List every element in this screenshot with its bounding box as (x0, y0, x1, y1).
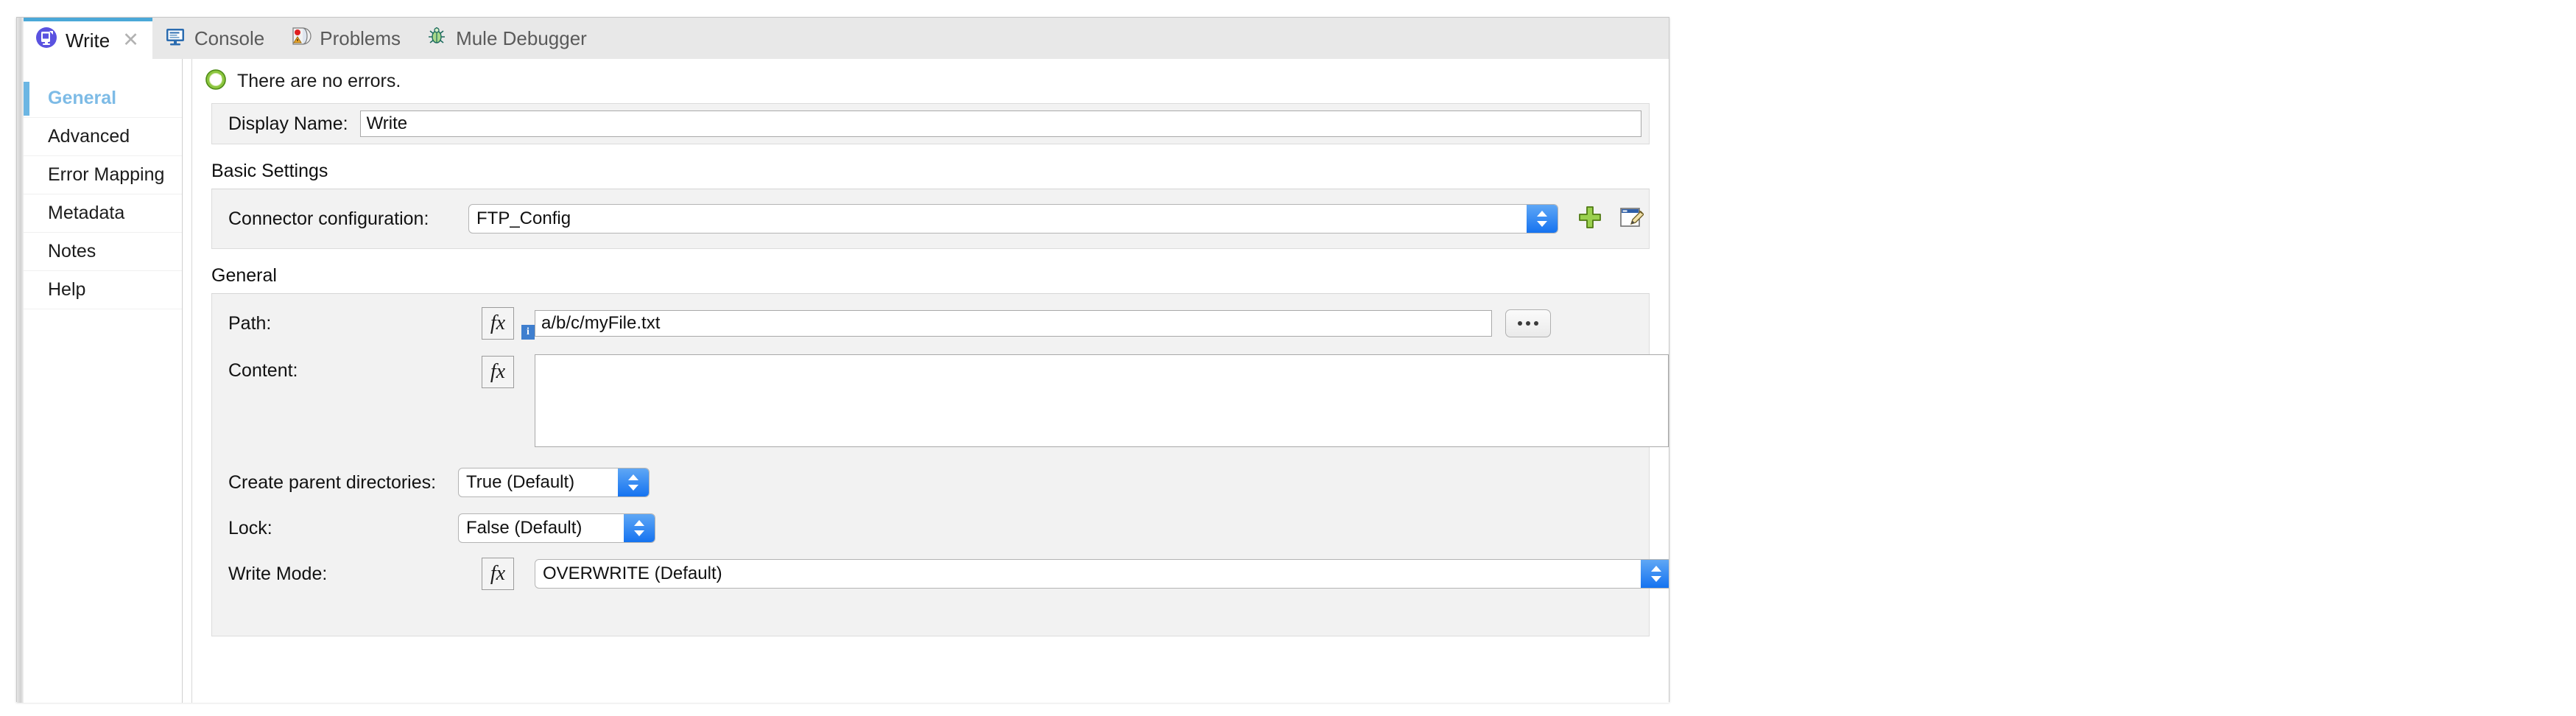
create-parent-directories-select[interactable]: True (Default) (458, 468, 650, 497)
write-mode-label: Write Mode: (228, 563, 328, 584)
connector-configuration-row: Connector configuration: FTP_Config (212, 201, 1649, 236)
sidebar-item-label: Metadata (48, 203, 125, 223)
editor-tab-strip: Write ✕ Console Problems Mule Debugger (24, 18, 1669, 59)
sidebar-item-advanced[interactable]: Advanced (24, 118, 182, 156)
display-name-label: Display Name: (228, 113, 348, 134)
sidebar-item-general[interactable]: General (24, 80, 182, 118)
display-name-panel: Display Name: Write (211, 103, 1650, 144)
properties-content-pane: There are no errors. Display Name: Write… (192, 59, 1669, 703)
sidebar-item-metadata[interactable]: Metadata (24, 194, 182, 233)
content-textarea[interactable] (535, 354, 1669, 447)
tab-close-icon[interactable]: ✕ (122, 30, 139, 50)
general-settings-panel: Path: fx i a/b/c/myFile.txt Content: fx … (211, 294, 1669, 636)
path-browse-button[interactable] (1505, 309, 1551, 337)
lock-row: Lock: False (Default) (212, 510, 1649, 546)
editor-body: General Advanced Error Mapping Metadata … (24, 59, 1669, 703)
write-mode-fx-button[interactable]: fx (482, 558, 514, 590)
chevron-updown-icon[interactable] (618, 468, 649, 496)
display-name-input[interactable]: Write (359, 110, 1641, 137)
chevron-updown-icon[interactable] (624, 514, 655, 542)
tab-console-label: Console (194, 27, 265, 49)
status-message: There are no errors. (237, 70, 401, 91)
sidebar-content-divider (183, 59, 192, 703)
properties-editor-window: Write ✕ Console Problems Mule Debugger G… (16, 17, 1669, 703)
browse-dot-3 (1534, 321, 1538, 326)
sidebar-item-label: Notes (48, 241, 96, 262)
window-left-gutter (17, 18, 24, 703)
mule-write-icon (35, 27, 57, 54)
tab-console[interactable]: Console (152, 18, 278, 59)
lock-value: False (Default) (466, 518, 583, 538)
problems-icon (289, 25, 312, 52)
section-basic-settings-title: Basic Settings (211, 161, 328, 181)
path-info-badge-icon: i (521, 325, 535, 340)
create-parent-directories-value: True (Default) (466, 472, 575, 492)
write-mode-value: OVERWRITE (Default) (543, 564, 722, 583)
sidebar-item-label: Help (48, 279, 86, 300)
tab-mule-debugger[interactable]: Mule Debugger (414, 18, 600, 59)
basic-settings-panel: Connector configuration: FTP_Config (211, 189, 1650, 249)
edit-pencil-icon[interactable] (1619, 205, 1644, 234)
browse-dot-2 (1526, 321, 1530, 326)
console-icon (164, 25, 186, 52)
content-fx-button[interactable]: fx (482, 356, 514, 388)
connector-configuration-select[interactable]: FTP_Config (468, 204, 1558, 234)
tab-problems[interactable]: Problems (278, 18, 414, 59)
write-mode-select[interactable]: OVERWRITE (Default) (535, 559, 1669, 589)
tab-mule-debugger-label: Mule Debugger (456, 27, 587, 49)
desktop-backdrop: Write ✕ Console Problems Mule Debugger G… (0, 0, 2576, 716)
properties-sidebar: General Advanced Error Mapping Metadata … (24, 59, 183, 703)
path-label: Path: (228, 312, 272, 334)
path-row: Path: fx i a/b/c/myFile.txt (212, 306, 1649, 341)
path-value: a/b/c/myFile.txt (541, 313, 661, 333)
lock-label: Lock: (228, 517, 272, 538)
section-general-title: General (211, 265, 277, 286)
connector-configuration-value: FTP_Config (476, 208, 571, 228)
sidebar-item-label: Advanced (48, 126, 130, 147)
sidebar-item-help[interactable]: Help (24, 271, 182, 309)
browse-dot-1 (1518, 321, 1522, 326)
connector-configuration-label: Connector configuration: (228, 208, 429, 229)
lock-select[interactable]: False (Default) (458, 513, 655, 543)
success-check-icon (205, 69, 227, 94)
chevron-updown-icon[interactable] (1527, 205, 1558, 233)
content-label: Content: (228, 360, 298, 381)
sidebar-item-error-mapping[interactable]: Error Mapping (24, 156, 182, 194)
tab-write[interactable]: Write ✕ (24, 18, 152, 59)
chevron-updown-icon[interactable] (1641, 560, 1669, 588)
path-input[interactable]: a/b/c/myFile.txt (535, 310, 1492, 337)
sidebar-item-notes[interactable]: Notes (24, 233, 182, 271)
path-fx-button[interactable]: fx (482, 307, 514, 340)
add-plus-icon[interactable] (1577, 205, 1602, 234)
status-banner: There are no errors. (192, 59, 1669, 103)
content-row: Content: fx (212, 354, 1669, 447)
sidebar-item-label: Error Mapping (48, 164, 165, 185)
bug-icon (426, 25, 448, 52)
tab-write-label: Write (66, 29, 110, 52)
write-mode-row: Write Mode: fx OVERWRITE (Default) (212, 556, 1669, 592)
display-name-value: Write (366, 113, 408, 133)
create-parent-directories-label: Create parent directories: (228, 471, 437, 493)
create-parent-directories-row: Create parent directories: True (Default… (212, 465, 1649, 500)
tab-problems-label: Problems (320, 27, 401, 49)
sidebar-item-label: General (48, 88, 117, 108)
